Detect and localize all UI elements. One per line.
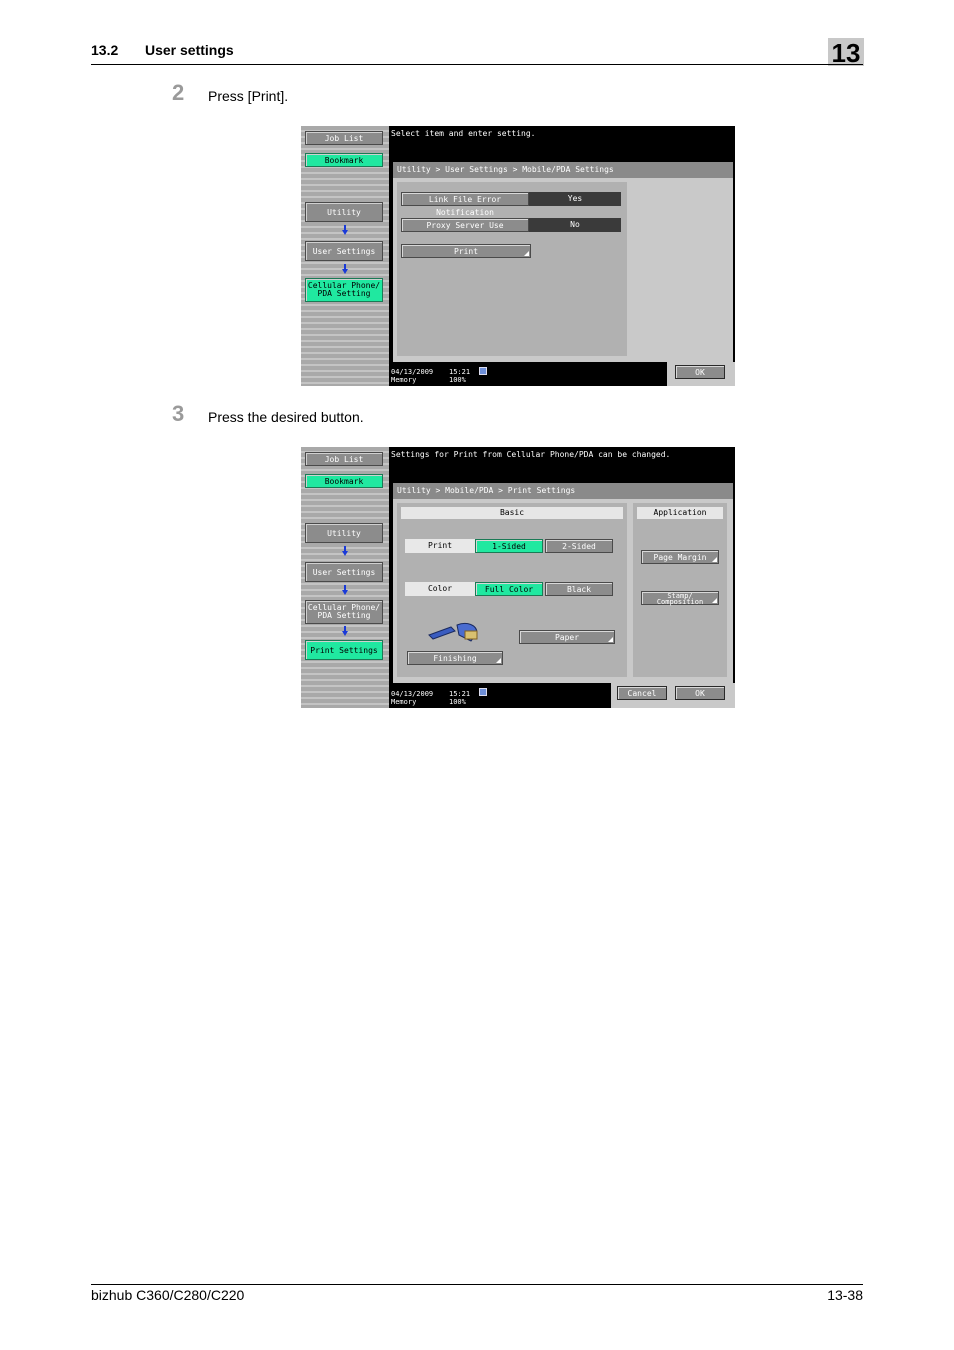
step-number: 3	[172, 401, 185, 426]
breadcrumb: Utility > Mobile/PDA > Print Settings	[393, 483, 733, 499]
memory-label: Memory	[391, 376, 417, 384]
status-bar: 04/13/2009 15:21 Memory 100%	[391, 690, 470, 706]
utility-button[interactable]: Utility	[305, 202, 383, 222]
network-icon	[479, 688, 487, 696]
screen-message: Settings for Print from Cellular Phone/P…	[391, 450, 671, 459]
utility-button[interactable]: Utility	[305, 523, 383, 543]
two-sided-button[interactable]: 2-Sided	[545, 539, 613, 553]
stamp-composition-button[interactable]: Stamp/ Composition	[641, 591, 719, 606]
memory-value: 100%	[449, 698, 466, 706]
cellular-line2: PDA Setting	[317, 611, 371, 620]
status-time: 15:21	[449, 368, 471, 376]
proxy-server-use-label[interactable]: Proxy Server Use	[401, 218, 529, 232]
step-text: Press the desired button.	[208, 409, 364, 425]
cellular-pda-setting-button[interactable]: Cellular Phone/ PDA Setting	[305, 278, 383, 302]
paper-button[interactable]: Paper	[519, 630, 615, 644]
basic-header: Basic	[401, 507, 623, 519]
one-sided-button[interactable]: 1-Sided	[475, 539, 543, 553]
left-nav: Job List Bookmark Utility User Settings …	[301, 126, 389, 386]
proxy-server-use-value: No	[529, 218, 621, 232]
footer-page-number: 13-38	[827, 1287, 863, 1303]
chapter-badge: 13	[828, 38, 864, 68]
basic-panel: Basic Print 1-Sided 2-Sided Color Full C…	[397, 503, 627, 677]
footer-product: bizhub C360/C280/C220	[91, 1287, 245, 1303]
print-label: Print	[405, 539, 475, 553]
link-file-error-value: Yes	[529, 192, 621, 206]
header-rule	[91, 64, 863, 65]
arrow-down-icon	[342, 225, 348, 235]
network-icon	[479, 367, 487, 375]
link-file-error-label[interactable]: Link File Error Notification	[401, 192, 529, 217]
status-time: 15:21	[449, 690, 471, 698]
section-title: User settings	[145, 42, 234, 58]
footer-rule	[91, 1284, 863, 1285]
print-button[interactable]: Print	[401, 244, 531, 258]
application-header: Application	[637, 507, 723, 519]
work-area: Basic Print 1-Sided 2-Sided Color Full C…	[393, 499, 733, 683]
step-number: 2	[172, 80, 185, 105]
breadcrumb: Utility > User Settings > Mobile/PDA Set…	[393, 162, 733, 178]
status-bar: 04/13/2009 15:21 Memory 100%	[391, 368, 470, 384]
arrow-down-icon	[342, 546, 348, 556]
bookmark-button[interactable]: Bookmark	[305, 474, 383, 488]
screen-message: Select item and enter setting.	[391, 129, 536, 138]
full-color-button[interactable]: Full Color	[475, 582, 543, 596]
finishing-button[interactable]: Finishing	[407, 651, 503, 665]
page-margin-button[interactable]: Page Margin	[641, 550, 719, 564]
panel-screenshot-mobile-pda-settings: Job List Bookmark Utility User Settings …	[301, 126, 735, 386]
arrow-down-icon	[342, 626, 348, 636]
memory-value: 100%	[449, 376, 466, 384]
black-button[interactable]: Black	[545, 582, 613, 596]
cellular-pda-setting-button[interactable]: Cellular Phone/ PDA Setting	[305, 600, 383, 624]
memory-label: Memory	[391, 698, 417, 706]
work-area: Link File Error Notification Yes Proxy S…	[393, 178, 733, 362]
bookmark-button[interactable]: Bookmark	[305, 153, 383, 167]
status-date: 04/13/2009	[391, 368, 434, 376]
color-label: Color	[405, 582, 475, 596]
print-settings-button[interactable]: Print Settings	[305, 640, 383, 660]
arrow-down-icon	[342, 585, 348, 595]
finishing-staple-icon	[428, 622, 478, 642]
step-text: Press [Print].	[208, 88, 289, 104]
ok-button[interactable]: OK	[675, 365, 725, 379]
settings-list: Link File Error Notification Yes Proxy S…	[397, 182, 627, 356]
job-list-button[interactable]: Job List	[305, 131, 383, 145]
user-settings-button[interactable]: User Settings	[305, 241, 383, 261]
status-date: 04/13/2009	[391, 690, 434, 698]
ok-area: OK	[667, 362, 735, 386]
application-panel: Application Page Margin Stamp/ Compositi…	[633, 503, 727, 677]
arrow-down-icon	[342, 264, 348, 274]
left-nav: Job List Bookmark Utility User Settings …	[301, 447, 389, 708]
cellular-line2: PDA Setting	[317, 289, 371, 298]
job-list-button[interactable]: Job List	[305, 452, 383, 466]
ok-button[interactable]: OK	[675, 686, 725, 700]
action-area: Cancel OK	[611, 683, 735, 708]
section-number: 13.2	[91, 42, 119, 58]
panel-screenshot-print-settings: Job List Bookmark Utility User Settings …	[301, 447, 735, 708]
cancel-button[interactable]: Cancel	[617, 686, 667, 700]
stamp-line2: Composition	[656, 598, 704, 606]
user-settings-button[interactable]: User Settings	[305, 562, 383, 582]
